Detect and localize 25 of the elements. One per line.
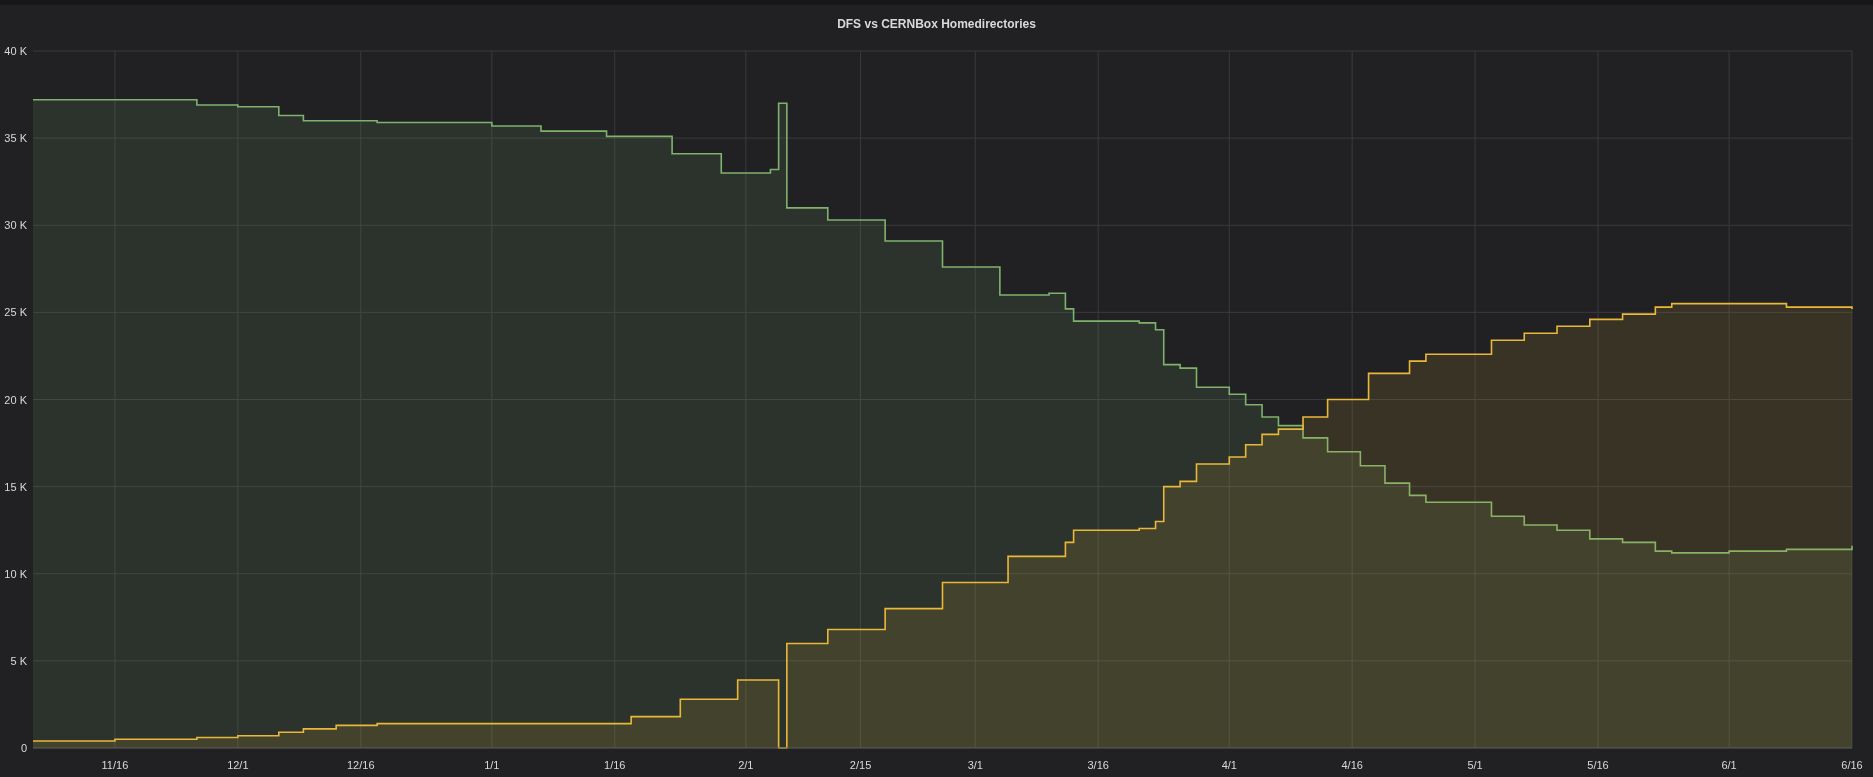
axis-tick-label: 4/16 — [1341, 759, 1363, 771]
axis-tick-label: 25 K — [4, 306, 27, 319]
axis-tick-label: 11/16 — [101, 759, 129, 771]
axis-tick-label: 2/1 — [738, 759, 754, 771]
axis-tick-label: 15 K — [4, 480, 27, 493]
axis-tick-label: 3/16 — [1087, 759, 1109, 771]
axis-tick-label: 6/16 — [1841, 759, 1863, 771]
axis-tick-label: 12/1 — [227, 759, 249, 771]
axis-tick-label: 20 K — [4, 393, 27, 406]
chart-title: DFS vs CERNBox Homedirectories — [837, 16, 1036, 33]
axis-tick-label: 40 K — [4, 45, 27, 57]
axis-tick-label: 5/16 — [1587, 759, 1609, 771]
axis-tick-label: 3/1 — [967, 759, 983, 771]
axis-tick-label: 12/16 — [347, 759, 375, 771]
axis-tick-label: 5/1 — [1467, 759, 1483, 771]
axis-tick-label: 1/1 — [484, 759, 500, 771]
axis-tick-label: 0 — [20, 742, 27, 754]
axis-tick-label: 5 K — [10, 654, 27, 667]
axis-tick-label: 4/1 — [1221, 759, 1237, 771]
axis-tick-label: 10 K — [4, 567, 27, 580]
axis-tick-label: 2/15 — [849, 759, 872, 771]
axis-tick-label: 6/1 — [1721, 759, 1737, 771]
axis-tick-label: 30 K — [4, 219, 27, 232]
axis-tick-label: 35 K — [4, 132, 27, 145]
axis-tick-label: 1/16 — [604, 759, 626, 771]
